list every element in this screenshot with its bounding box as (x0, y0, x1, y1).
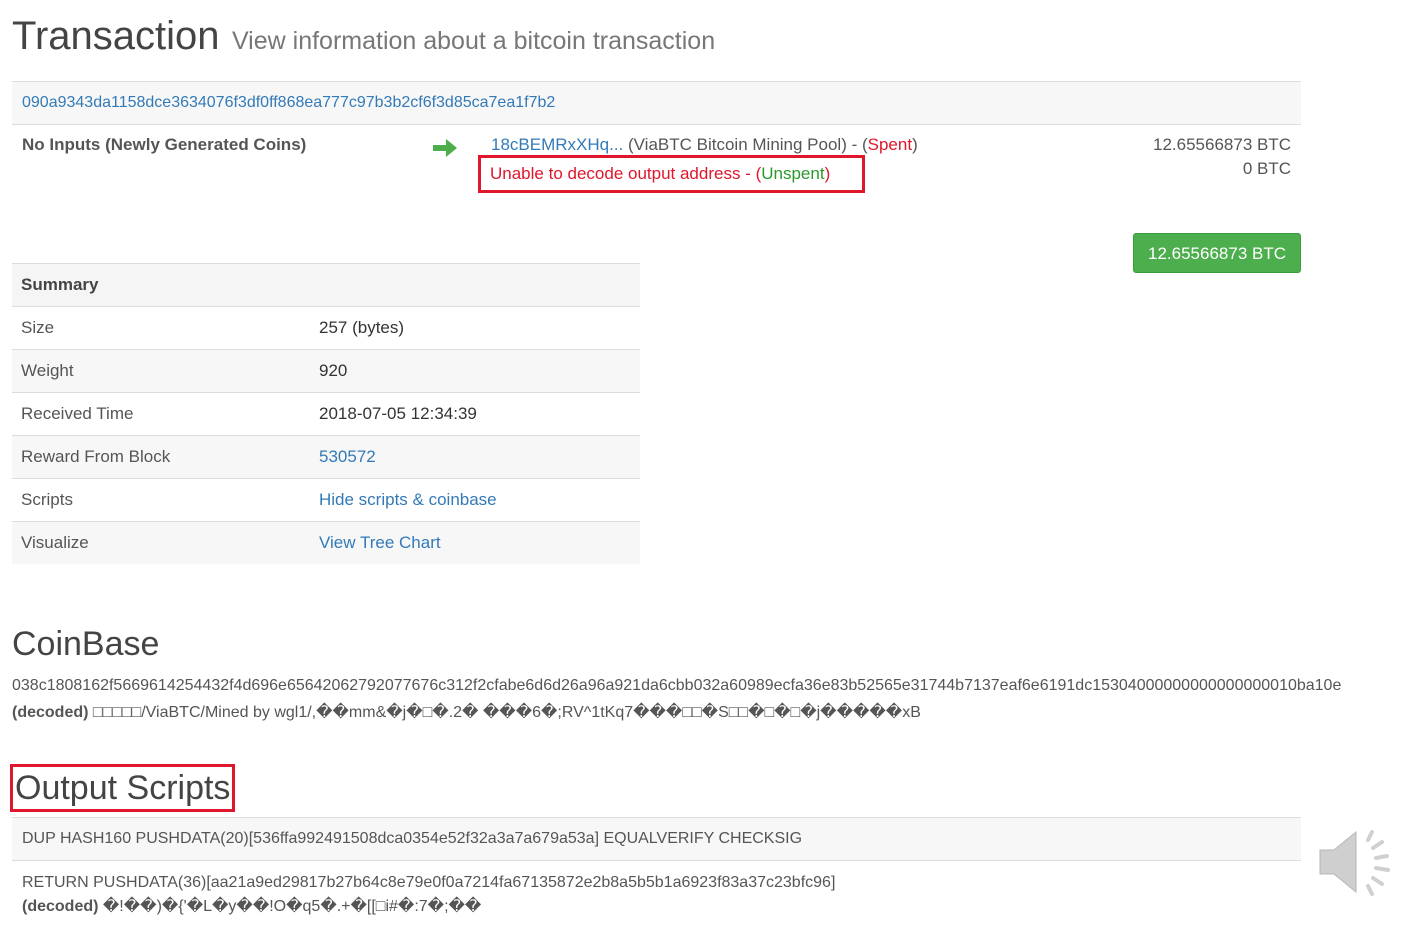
output-2-highlight: Unable to decode output address - (Unspe… (478, 155, 865, 193)
coinbase-decoded-text: □□□□□/ViaBTC/Mined by wgl1/,��mm&�j�□�.2… (88, 704, 921, 721)
output-2-separator: - ( (740, 164, 762, 183)
summary-value-received-time: 2018-07-05 12:34:39 (319, 392, 640, 436)
output-2-close: ) (824, 164, 831, 183)
arrow-right-icon (433, 139, 457, 157)
coinbase-decoded-label: (decoded) (12, 704, 89, 721)
summary-heading: Summary (12, 263, 640, 307)
table-row: Weight 920 (12, 349, 640, 393)
summary-key-scripts: Scripts (12, 478, 319, 522)
output-decode-error: Unable to decode output address (490, 164, 741, 183)
summary-value-weight: 920 (319, 349, 640, 393)
view-tree-chart-link[interactable]: View Tree Chart (319, 533, 441, 552)
output-status-unspent: Unspent (761, 164, 825, 183)
coinbase-hex: 038c1808162f5669614254432f4d696e65642062… (12, 677, 1342, 694)
summary-key-weight: Weight (12, 349, 319, 393)
output-script-2-text: RETURN PUSHDATA(36)[aa21a9ed29817b27b64c… (22, 874, 836, 891)
page-subtitle: View information about a bitcoin transac… (231, 27, 716, 55)
output-address-link[interactable]: 18cBEMRxXHq... (491, 135, 623, 154)
table-row: Scripts Hide scripts & coinbase (12, 478, 640, 522)
output-script-decoded-label: (decoded) (22, 898, 99, 915)
summary-key-reward-block: Reward From Block (12, 435, 319, 479)
hide-scripts-link[interactable]: Hide scripts & coinbase (319, 490, 497, 509)
output-pool-label: (ViaBTC Bitcoin Mining Pool) - ( (623, 135, 868, 154)
transaction-hash-link[interactable]: 090a9343da1158dce3634076f3df0ff868ea777c… (22, 94, 555, 111)
summary-value-size: 257 (bytes) (319, 306, 640, 350)
table-row: Visualize View Tree Chart (12, 521, 640, 564)
table-row: Reward From Block 530572 (12, 435, 640, 479)
summary-key-received-time: Received Time (12, 392, 319, 436)
page-title: Transaction View information about a bit… (12, 14, 715, 59)
inputs-outputs-row: No Inputs (Newly Generated Coins) 18cBEM… (12, 125, 1301, 273)
page-title-main: Transaction (12, 14, 220, 58)
output-script-decoded-text: �!��)�{'�L�y��!O�q5�.+�[[□i#�:7�;�� (98, 898, 482, 915)
inputs-label: No Inputs (Newly Generated Coins) (22, 135, 307, 154)
output-script-2-decoded: (decoded) �!��)�{'�L�y��!O�q5�.+�[[□i#�:… (22, 895, 1301, 919)
output-status-spent: Spent (867, 135, 913, 154)
transaction-hash-row: 090a9343da1158dce3634076f3df0ff868ea777c… (12, 81, 1301, 125)
summary-key-visualize: Visualize (12, 521, 319, 564)
table-row: Size 257 (bytes) (12, 306, 640, 350)
total-amount-button[interactable]: 12.65566873 BTC (1133, 233, 1301, 273)
table-row: Received Time 2018-07-05 12:34:39 (12, 392, 640, 436)
summary-key-size: Size (12, 306, 319, 350)
output-script-2: RETURN PUSHDATA(36)[aa21a9ed29817b27b64c… (12, 861, 1301, 919)
output-1: 18cBEMRxXHq... (ViaBTC Bitcoin Mining Po… (491, 135, 918, 155)
speaker-icon[interactable] (1316, 826, 1396, 900)
output-scripts-title: Output Scripts (10, 764, 236, 812)
output-scripts-box: DUP HASH160 PUSHDATA(20)[536ffa992491508… (12, 817, 1301, 919)
output-2-amount: 0 BTC (1242, 159, 1291, 178)
coinbase-title: CoinBase (12, 625, 160, 663)
block-height-link[interactable]: 530572 (319, 447, 376, 466)
summary-table: Summary Size 257 (bytes) Weight 920 Rece… (12, 263, 640, 564)
output-1-amount: 12.65566873 BTC (1153, 135, 1291, 154)
output-status-close: ) (912, 135, 918, 154)
output-script-1: DUP HASH160 PUSHDATA(20)[536ffa992491508… (12, 817, 1301, 861)
transaction-box: 090a9343da1158dce3634076f3df0ff868ea777c… (12, 81, 1301, 273)
coinbase-decoded: (decoded) □□□□□/ViaBTC/Mined by wgl1/,��… (12, 702, 921, 722)
